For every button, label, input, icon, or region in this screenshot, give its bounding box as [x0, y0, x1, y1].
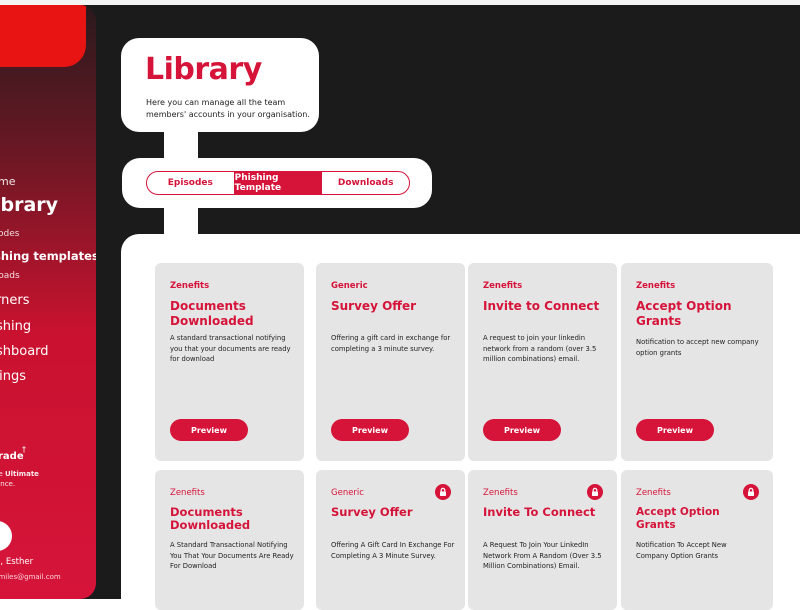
card-description: Offering A Gift Card In Exchange For Com… [331, 541, 455, 560]
card-category: Zenefits [636, 281, 676, 291]
page-title: Library [145, 52, 262, 87]
card-category: Zenefits [483, 281, 523, 291]
tab-downloads[interactable]: Downloads [321, 172, 409, 194]
upgrade-desc-strong: Ultimate [4, 470, 39, 478]
card-title: Invite to Connect [483, 299, 600, 313]
card-description: A Standard Transactional Notifying You T… [170, 541, 294, 570]
tab-phishing-template[interactable]: Phishing Template [233, 172, 322, 194]
upgrade-desc-suffix: ience. [0, 480, 16, 488]
nav-phishing-templates[interactable]: shing templates [0, 249, 96, 263]
card-category: Zenefits [636, 488, 671, 498]
page-subtitle: Here you can manage all the team members… [146, 98, 310, 119]
user-email: r.miles@gmail.com [0, 573, 61, 581]
template-card[interactable]: Generic Survey Offer Offering A Gift Car… [316, 470, 465, 610]
card-category: Zenefits [170, 488, 205, 498]
card-category: Generic [331, 488, 364, 498]
template-card[interactable]: Zenefits Documents Downloaded A standard… [155, 263, 304, 461]
tab-episodes[interactable]: Episodes [147, 172, 234, 194]
nav-episodes[interactable]: odes [0, 229, 19, 239]
card-title: Invite To Connect [483, 505, 596, 519]
nav-phishing[interactable]: shing [0, 319, 31, 334]
logo[interactable] [0, 5, 86, 67]
template-card[interactable]: Zenefits Accept Option Grants Notificati… [621, 263, 773, 461]
nav-home[interactable]: me [0, 175, 15, 188]
card-description: A request to join your linkedin network … [483, 334, 597, 363]
card-description: Notification to accept new company optio… [636, 338, 759, 357]
card-title: Documents Downloaded [170, 505, 251, 532]
card-title: Survey Offer [331, 505, 413, 519]
card-description: Offering a gift card in exchange for com… [331, 334, 451, 353]
template-card[interactable]: Generic Survey Offer Offering a gift car… [316, 263, 465, 461]
avatar[interactable] [0, 521, 12, 551]
card-connector [164, 128, 198, 162]
card-title: Survey Offer [331, 299, 417, 313]
lock-icon [435, 484, 451, 500]
preview-button[interactable]: Preview [483, 419, 561, 441]
preview-button[interactable]: Preview [170, 419, 248, 441]
preview-button[interactable]: Preview [636, 419, 714, 441]
sidebar: me ibrary odes shing templates nloads rn… [0, 5, 96, 599]
template-card[interactable]: Zenefits Accept Option Grants Notificati… [621, 470, 773, 610]
lock-icon [743, 484, 759, 500]
card-title: Accept Option Grants [636, 299, 732, 328]
library-tabs: Episodes Phishing Template Downloads [146, 171, 410, 195]
upgrade-sup: † [22, 445, 26, 454]
template-card[interactable]: Zenefits Invite To Connect A Request To … [468, 470, 617, 610]
card-description: Notification To Accept New Company Optio… [636, 541, 727, 560]
card-title: Accept Option Grants [636, 506, 720, 531]
preview-button[interactable]: Preview [331, 419, 409, 441]
card-category: Generic [331, 281, 368, 291]
nav-settings[interactable]: tings [0, 369, 26, 384]
card-title: Documents Downloaded [170, 299, 254, 328]
user-name: s, Esther [0, 557, 34, 567]
upgrade-link[interactable]: rade [0, 451, 24, 462]
lock-icon [587, 484, 603, 500]
upgrade-description: he Ultimateience. [0, 469, 54, 489]
nav-learners[interactable]: rners [0, 293, 29, 308]
card-category: Zenefits [170, 281, 210, 291]
nav-dashboard[interactable]: shboard [0, 344, 49, 359]
card-description: A standard transactional notifying you t… [170, 334, 291, 363]
nav-library[interactable]: ibrary [0, 194, 58, 216]
template-card[interactable]: Zenefits Invite to Connect A request to … [468, 263, 617, 461]
template-card[interactable]: Zenefits Documents Downloaded A Standard… [155, 470, 304, 610]
nav-downloads[interactable]: nloads [0, 271, 20, 281]
card-category: Zenefits [483, 488, 518, 498]
card-description: A Request To Join Your LinkedIn Network … [483, 541, 602, 570]
